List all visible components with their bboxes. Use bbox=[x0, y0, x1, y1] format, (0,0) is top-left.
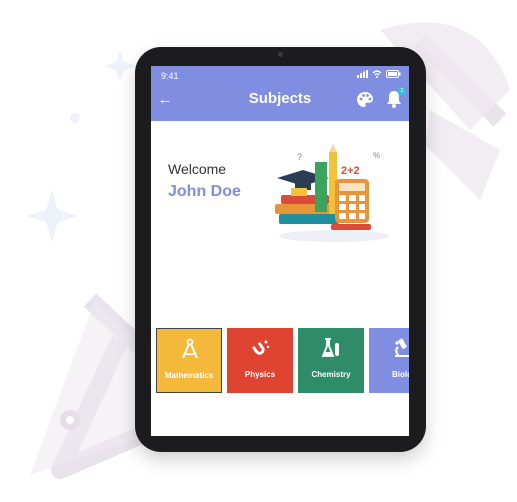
compass-icon bbox=[182, 338, 198, 359]
app-header: 9:41 ← Subjects 2 bbox=[151, 66, 409, 121]
battery-icon bbox=[386, 70, 401, 78]
notifications-button[interactable]: 2 bbox=[386, 87, 406, 110]
magnet-icon bbox=[252, 340, 270, 355]
subject-card-physics[interactable]: Physics bbox=[227, 328, 293, 393]
status-icons bbox=[357, 70, 401, 78]
palette-icon[interactable] bbox=[356, 91, 374, 109]
subject-label: Chemistry bbox=[311, 370, 351, 379]
wifi-icon bbox=[372, 70, 382, 78]
subject-card-chemistry[interactable]: Chemistry bbox=[298, 328, 364, 393]
subject-card-biology[interactable]: Biolo bbox=[369, 328, 409, 393]
signal-icon bbox=[357, 70, 368, 78]
subject-label: Mathematics bbox=[164, 371, 214, 380]
welcome-text: Welcome bbox=[168, 161, 227, 177]
user-name: John Doe bbox=[168, 183, 241, 200]
subject-label: Physics bbox=[244, 370, 276, 379]
svg-text:%: % bbox=[373, 151, 380, 160]
app-screen: 9:41 ← Subjects 2 Welcome John Doe 2+2 ?… bbox=[151, 66, 409, 436]
svg-text:?: ? bbox=[297, 152, 302, 162]
status-time: 9:41 bbox=[161, 71, 179, 81]
camera-dot bbox=[278, 52, 283, 57]
subject-label: Biolo bbox=[392, 370, 409, 379]
notification-badge: 2 bbox=[398, 87, 406, 95]
flask-icon bbox=[321, 338, 339, 357]
subject-card-mathematics[interactable]: Mathematics bbox=[156, 328, 222, 393]
education-illustration: 2+2 ? % bbox=[275, 144, 389, 242]
svg-text:2+2: 2+2 bbox=[341, 165, 360, 177]
subject-carousel: Mathematics Physics Chemistry Biolo bbox=[156, 328, 409, 393]
microscope-icon bbox=[395, 338, 409, 357]
